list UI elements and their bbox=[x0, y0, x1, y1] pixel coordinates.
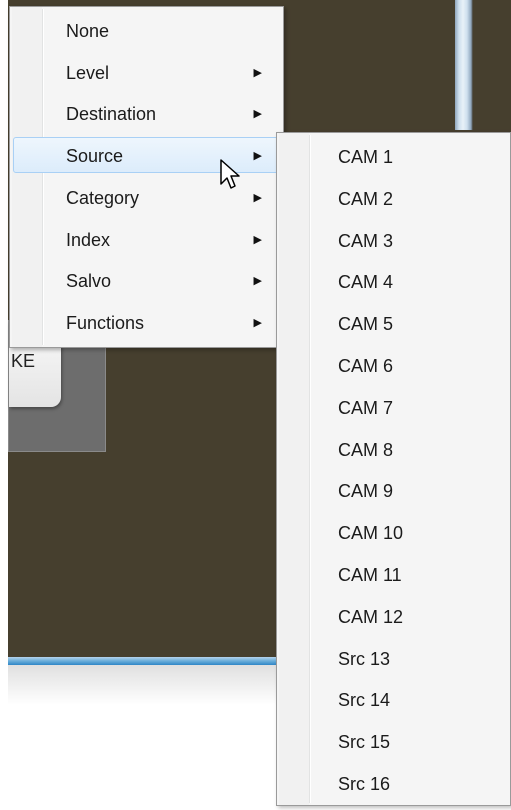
submenu-item-label: CAM 11 bbox=[338, 565, 402, 585]
chevron-right-icon: ▶ bbox=[253, 191, 262, 204]
submenu-item-label: Src 13 bbox=[338, 648, 391, 669]
menu-item-index[interactable]: Index ▶ bbox=[13, 221, 279, 257]
submenu-item-src-15[interactable]: Src 15 bbox=[280, 723, 506, 759]
menu-item-none[interactable]: None bbox=[13, 12, 279, 48]
menu-item-label: Category bbox=[66, 187, 140, 208]
submenu-item-cam-10[interactable]: CAM 10 bbox=[280, 514, 506, 550]
submenu-item-label: Src 16 bbox=[338, 774, 391, 794]
submenu-item-cam-7[interactable]: CAM 7 bbox=[280, 389, 506, 425]
submenu-item-label: CAM 1 bbox=[338, 147, 394, 167]
submenu-item-cam-4[interactable]: CAM 4 bbox=[280, 263, 506, 299]
submenu-item-cam-5[interactable]: CAM 5 bbox=[280, 305, 506, 341]
submenu-item-src-13[interactable]: Src 13 bbox=[280, 640, 506, 676]
chevron-right-icon: ▶ bbox=[253, 275, 262, 288]
source-submenu: CAM 1 CAM 2 CAM 3 CAM 4 CAM 5 CAM 6 CAM 7 CAM 8… bbox=[276, 132, 511, 806]
context-menu: None Level ▶ Destination ▶ Source ▶ Category ▶ In… bbox=[9, 6, 284, 348]
menu-item-label: Level bbox=[66, 62, 110, 83]
submenu-item-cam-6[interactable]: CAM 6 bbox=[280, 347, 506, 383]
menu-item-label: Destination bbox=[66, 104, 157, 125]
submenu-item-src-16[interactable]: Src 16 bbox=[280, 765, 506, 801]
submenu-item-label: CAM 8 bbox=[338, 439, 394, 460]
chevron-right-icon: ▶ bbox=[253, 108, 262, 121]
menu-item-salvo[interactable]: Salvo ▶ bbox=[13, 262, 279, 298]
menu-item-label: Source bbox=[66, 146, 124, 167]
submenu-item-src-14[interactable]: Src 14 bbox=[280, 681, 506, 717]
submenu-item-cam-8[interactable]: CAM 8 bbox=[280, 431, 506, 467]
submenu-item-label: Src 15 bbox=[338, 732, 391, 753]
chevron-right-icon: ▶ bbox=[253, 233, 262, 246]
menu-item-functions[interactable]: Functions ▶ bbox=[13, 304, 279, 340]
submenu-item-cam-3[interactable]: CAM 3 bbox=[280, 222, 506, 258]
submenu-item-label: CAM 10 bbox=[338, 523, 404, 544]
submenu-item-label: CAM 6 bbox=[338, 356, 394, 376]
submenu-item-label: CAM 9 bbox=[338, 481, 394, 502]
menu-item-label: None bbox=[66, 21, 110, 41]
submenu-item-label: CAM 2 bbox=[338, 188, 394, 209]
chevron-right-icon: ▶ bbox=[253, 150, 262, 163]
menu-item-label: Index bbox=[66, 229, 111, 250]
menu-item-destination[interactable]: Destination ▶ bbox=[13, 95, 279, 131]
submenu-item-cam-2[interactable]: CAM 2 bbox=[280, 180, 506, 216]
chevron-right-icon: ▶ bbox=[253, 66, 262, 79]
submenu-item-cam-9[interactable]: CAM 9 bbox=[280, 472, 506, 508]
window-shadow bbox=[8, 665, 276, 705]
menu-item-label: Functions bbox=[66, 312, 145, 333]
submenu-item-cam-12[interactable]: CAM 12 bbox=[280, 598, 506, 634]
mouse-pointer-icon bbox=[220, 159, 240, 189]
submenu-item-cam-11[interactable]: CAM 11 bbox=[280, 556, 506, 592]
submenu-item-label: CAM 4 bbox=[338, 272, 394, 293]
submenu-item-label: CAM 5 bbox=[338, 314, 394, 335]
window-frame-edge bbox=[455, 0, 473, 130]
submenu-item-label: CAM 12 bbox=[338, 606, 404, 627]
submenu-item-cam-1[interactable]: CAM 1 bbox=[280, 138, 506, 174]
take-button-label: KE bbox=[11, 351, 36, 371]
submenu-item-label: CAM 7 bbox=[338, 397, 394, 418]
submenu-item-label: Src 14 bbox=[338, 690, 391, 711]
submenu-item-label: CAM 3 bbox=[338, 230, 394, 251]
menu-item-level[interactable]: Level ▶ bbox=[13, 54, 279, 90]
chevron-right-icon: ▶ bbox=[253, 316, 262, 329]
window-bottom-border bbox=[8, 657, 276, 665]
menu-item-label: Salvo bbox=[66, 271, 112, 292]
